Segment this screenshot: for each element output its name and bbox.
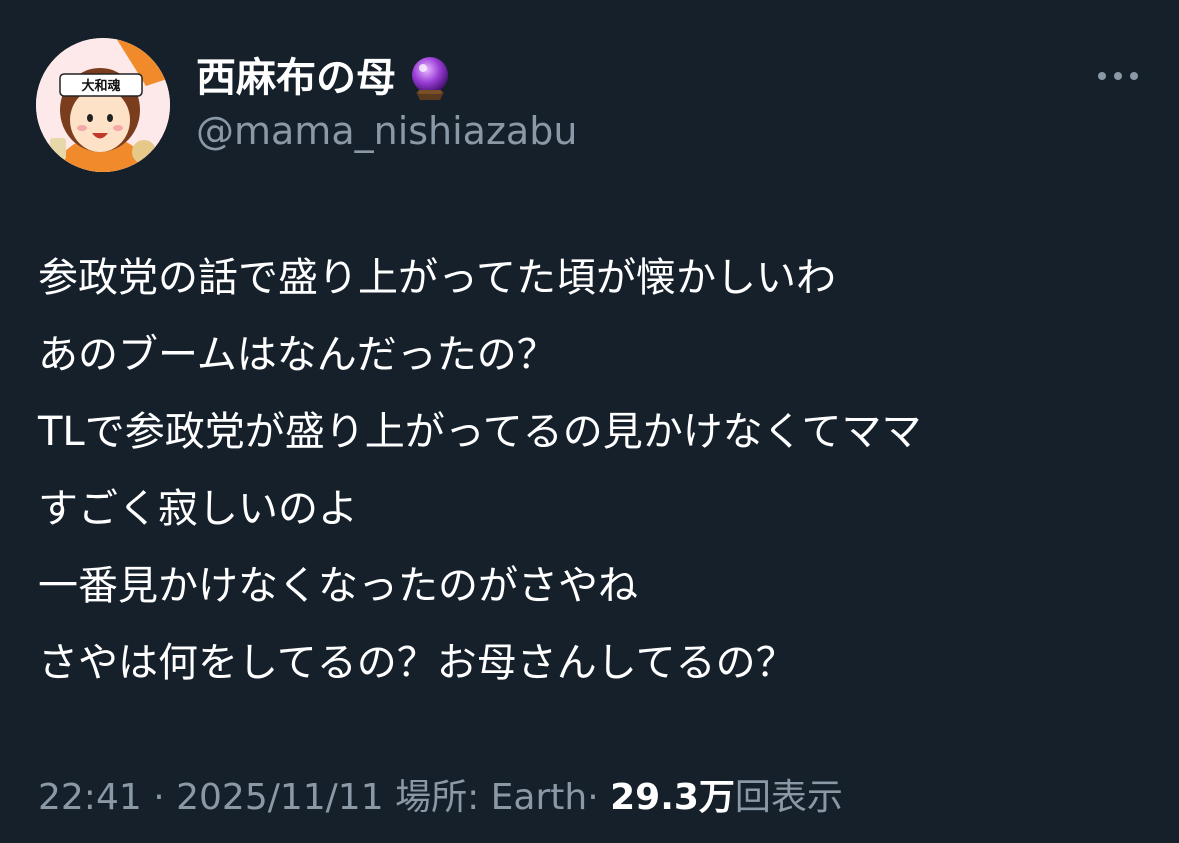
tweet-date[interactable]: 2025/11/11 [176, 777, 384, 818]
tweet-line: あのブームはなんだったの？ [38, 332, 557, 378]
meta-separator: · [587, 777, 599, 818]
tweet-location: 場所: Earth [395, 777, 588, 818]
tweet-line: 参政党の話で盛り上がってた頃が懐かしいわ [38, 255, 836, 301]
display-name[interactable]: 西麻布の母 [196, 50, 396, 106]
avatar-illustration: 大和魂 [36, 38, 170, 172]
tweet-line: すごく寂しいのよ [38, 486, 358, 532]
author-name-row[interactable]: 西麻布の母 [196, 50, 454, 106]
more-horizontal-icon [1098, 72, 1138, 80]
tweet-line: 一番見かけなくなったのがさやね [38, 563, 638, 609]
tweet-meta: 22:41 · 2025/11/11 場所: Earth· 29.3万回表示 [38, 770, 843, 826]
avatar[interactable]: 大和魂 [36, 38, 170, 172]
views-count[interactable]: 29.3万 [610, 777, 735, 818]
tweet-text: 参政党の話で盛り上がってた頃が懐かしいわ あのブームはなんだったの？ TLで参政… [38, 240, 1148, 702]
author-handle[interactable]: @mama_nishiazabu [196, 104, 577, 158]
avatar-headband-text: 大和魂 [81, 78, 120, 94]
views-label[interactable]: 回表示 [735, 777, 843, 818]
more-button[interactable] [1090, 58, 1146, 94]
tweet-time[interactable]: 22:41 [38, 777, 142, 818]
crystal-ball-icon [412, 57, 448, 100]
tweet-line: TLで参政党が盛り上がってるの見かけなくてママ [38, 409, 922, 455]
tweet: 大和魂 西麻布の母 @mama_nishiazabu 参政党の話で盛り上がってた… [0, 0, 1179, 843]
meta-separator: · [153, 777, 165, 818]
tweet-line: さやは何をしてるの？お母さんしてるの？ [38, 640, 796, 686]
